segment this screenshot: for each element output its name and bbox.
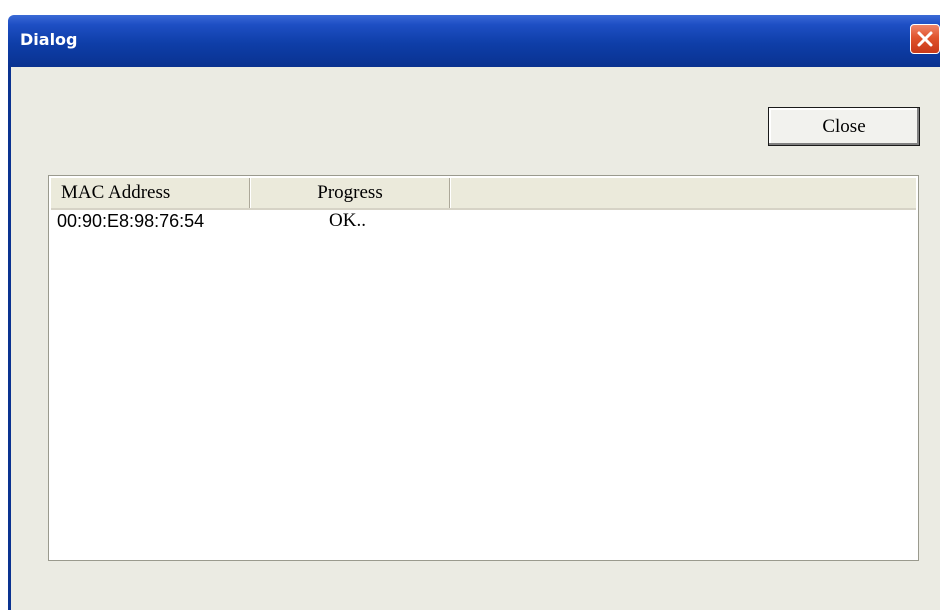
window-close-button[interactable] (910, 24, 940, 54)
close-x-icon (917, 31, 933, 47)
mac-address-cell: 00:90:E8:98:76:54 (57, 211, 205, 231)
dialog-window: Dialog Close MAC Address Progress 00:90:… (0, 0, 940, 610)
column-header-progress[interactable]: Progress (250, 178, 450, 208)
progress-cell: OK.. (329, 210, 366, 231)
column-header-empty[interactable] (450, 178, 916, 208)
title-bar[interactable]: Dialog (8, 15, 940, 67)
table-row[interactable]: 00:90:E8:98:76:54 OK.. (51, 210, 916, 234)
list-header: MAC Address Progress (51, 178, 916, 210)
device-list[interactable]: MAC Address Progress 00:90:E8:98:76:54 O… (48, 175, 919, 561)
close-button[interactable]: Close (768, 107, 920, 146)
column-header-mac-address[interactable]: MAC Address (51, 178, 250, 208)
dialog-client-area: Close MAC Address Progress 00:90:E8:98:7… (8, 67, 940, 610)
window-title: Dialog (20, 30, 78, 49)
